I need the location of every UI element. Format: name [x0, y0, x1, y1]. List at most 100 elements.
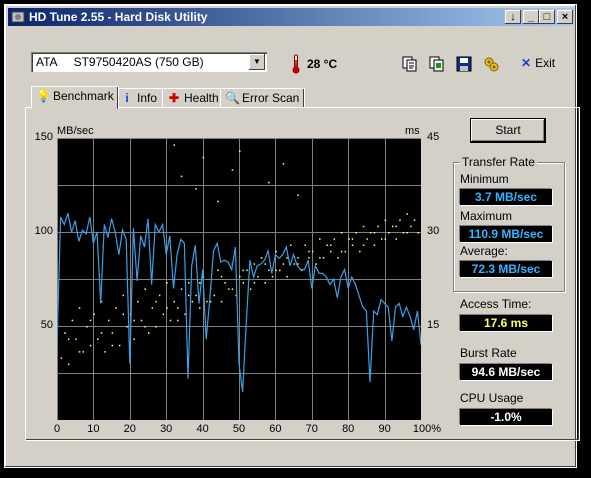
access-time-point — [78, 307, 81, 309]
options-button[interactable] — [482, 55, 500, 73]
maximize-button[interactable]: □ — [539, 10, 555, 24]
access-time-point — [155, 326, 157, 328]
thermometer-icon — [292, 54, 300, 74]
health-icon: ✚ — [168, 91, 180, 105]
tab-info-label: Info — [137, 91, 158, 105]
maximum-value: 110.9 MB/sec — [460, 226, 552, 242]
access-time-point — [108, 319, 110, 322]
tab-benchmark[interactable]: 💡 Benchmark — [31, 86, 119, 109]
access-time-point — [410, 225, 412, 228]
copy-screen-button[interactable] — [428, 55, 446, 73]
access-time-point — [239, 275, 241, 278]
access-time-point — [169, 319, 172, 322]
x-tick-label: 0 — [53, 423, 61, 435]
access-time-point — [253, 282, 256, 284]
access-time-point — [173, 300, 175, 303]
access-time-point — [220, 300, 223, 303]
x-tick-label: 20 — [123, 423, 136, 435]
x-tick-label: 30 — [160, 423, 173, 435]
access-time-point — [413, 219, 416, 221]
menu-down-button[interactable]: ↓ — [505, 10, 521, 24]
burst-rate-value: 94.6 MB/sec — [460, 364, 552, 380]
access-time-point — [206, 300, 208, 303]
chevron-down-icon[interactable]: ▼ — [249, 54, 265, 70]
drive-select[interactable]: ATA ST9750420AS (750 GB) ▼ — [31, 52, 267, 72]
access-time-point — [137, 300, 139, 303]
access-time-point — [64, 332, 66, 334]
minimize-button[interactable]: _ — [523, 10, 539, 24]
access-time-point — [406, 232, 408, 234]
exit-icon: ✕ — [521, 56, 532, 70]
access-time-point — [373, 244, 376, 246]
access-time-point — [362, 244, 365, 246]
x-tick-label: 40 — [196, 423, 209, 435]
access-time-point — [199, 307, 201, 309]
access-time-point — [217, 200, 219, 203]
access-time-point — [330, 250, 332, 253]
access-time-point — [391, 225, 394, 228]
access-time-point — [188, 282, 190, 284]
access-time-point — [326, 244, 328, 246]
access-time-point — [246, 269, 248, 272]
access-time-point — [242, 269, 245, 272]
y-right-tick-label: 30 — [427, 225, 440, 237]
tab-health[interactable]: ✚ Health — [162, 88, 224, 107]
access-time-point — [340, 250, 343, 253]
access-time-point — [275, 250, 277, 253]
access-time-point — [286, 275, 288, 278]
access-time-point — [344, 250, 347, 253]
access-time-point — [140, 319, 143, 322]
access-time-point — [355, 232, 357, 234]
access-time-point — [199, 282, 201, 284]
access-time-point — [264, 263, 266, 265]
info-icon: i — [125, 91, 129, 105]
tab-error-scan-label: Error Scan — [242, 91, 300, 105]
access-time-point — [359, 250, 361, 253]
access-time-point — [162, 313, 165, 315]
access-time-point — [351, 238, 354, 240]
title-bar[interactable]: HD Tune 2.55 - Hard Disk Utility ↓ _ □ × — [8, 8, 574, 26]
access-time-point — [122, 294, 124, 297]
access-time-point — [188, 294, 190, 297]
benchmark-chart — [56, 138, 422, 421]
hdtune-app-icon — [11, 11, 25, 23]
access-time-label: Access Time: — [460, 297, 532, 311]
left-unit-label: MB/sec — [57, 125, 94, 137]
error-scan-icon: 🔍 — [225, 91, 240, 105]
access-time-point — [148, 332, 150, 334]
x-tick-label: 100% — [412, 423, 442, 435]
access-time-point — [249, 288, 252, 290]
access-time-point — [122, 313, 124, 315]
access-time-point — [253, 263, 256, 265]
access-time-point — [402, 232, 405, 234]
copy-text-button[interactable] — [401, 55, 419, 73]
access-time-point — [177, 307, 179, 309]
tab-error-scan[interactable]: 🔍 Error Scan — [220, 88, 305, 107]
access-time-point — [166, 307, 168, 309]
access-time-point — [395, 238, 397, 240]
access-time-point — [242, 282, 245, 284]
close-button[interactable]: × — [557, 10, 573, 24]
maximum-label: Maximum — [460, 209, 513, 223]
start-button[interactable]: Start — [470, 118, 546, 143]
access-time-point — [271, 275, 274, 278]
exit-button[interactable]: ✕ Exit — [521, 56, 555, 70]
tab-info[interactable]: i Info — [115, 88, 166, 107]
access-time-point — [71, 319, 74, 322]
access-time-point — [264, 282, 266, 284]
save-button[interactable] — [455, 55, 473, 73]
access-time-point — [195, 188, 197, 190]
access-time-point — [67, 338, 70, 340]
access-time-point — [257, 275, 259, 278]
access-time-point — [319, 238, 321, 240]
drive-select-value: ATA ST9750420AS (750 GB) — [36, 55, 204, 69]
x-tick-label: 70 — [305, 423, 318, 435]
access-time-point — [86, 326, 88, 328]
access-time-point — [195, 294, 197, 297]
access-time-point — [177, 319, 179, 322]
access-time-point — [133, 338, 135, 340]
access-time-point — [89, 344, 92, 347]
cpu-usage-value: -1.0% — [460, 409, 552, 425]
access-time-point — [111, 344, 114, 347]
access-time-point — [304, 244, 306, 246]
